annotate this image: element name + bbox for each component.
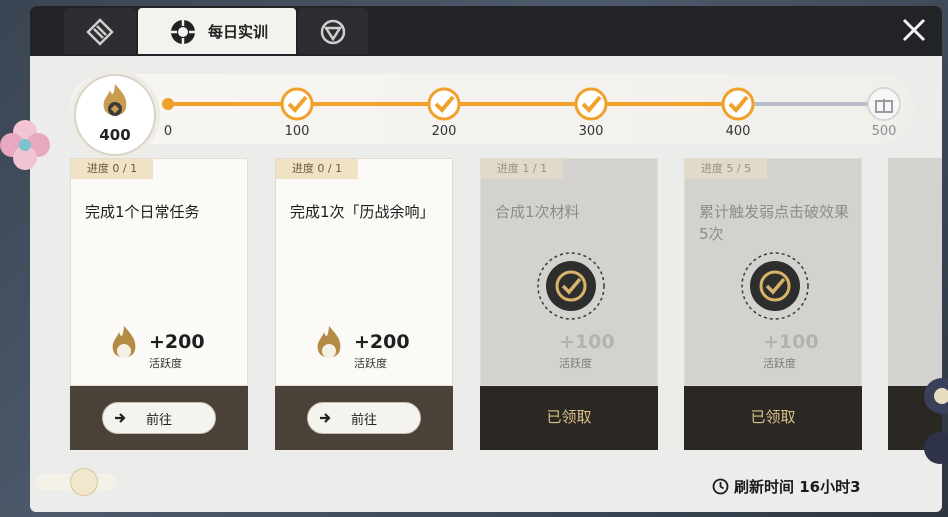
tab-daily-training-label: 每日实训	[208, 23, 269, 41]
task-description: 完成1次「历战余响」	[290, 203, 435, 221]
go-button[interactable]: 前往	[307, 402, 421, 434]
task-card-footer: 已领取	[480, 386, 658, 450]
claimed-label: 已领取	[546, 408, 592, 426]
task-card-body: 进度 0 / 1 完成1次「历战余响」 +200 活跃度	[275, 158, 453, 386]
tab-overview[interactable]	[64, 8, 136, 54]
triangle-target-icon	[320, 19, 346, 45]
flower-ornament-icon	[0, 120, 50, 170]
task-progress: 进度 0 / 1	[71, 159, 153, 179]
daily-training-window: 每日实训 400 0 100 200 300 400 500 进度 0 / 1 …	[30, 6, 942, 512]
reward-unit: 活跃度	[763, 357, 796, 370]
flame-coin-icon	[317, 326, 341, 358]
tab-daily-training[interactable]: 每日实训	[138, 8, 296, 54]
flame-coin-icon	[103, 84, 127, 116]
reward-unit: 活跃度	[149, 357, 182, 370]
task-card-claimed: 进度 1 / 1 合成1次材料 +100 活跃度 已领取	[480, 158, 658, 450]
tab-target[interactable]	[298, 8, 368, 54]
task-card: 进度 0 / 1 完成1次「历战余响」 +200 活跃度 前往	[275, 158, 453, 450]
reward-unit: 活跃度	[559, 357, 592, 370]
milestone-label-100: 100	[284, 124, 310, 139]
claimed-label: 已领取	[750, 408, 796, 426]
progress-ribbon	[70, 74, 914, 144]
task-card-footer: 前往	[70, 386, 248, 450]
milestone-label-0: 0	[163, 124, 173, 139]
reward-amount: +200	[149, 331, 205, 353]
reward-amount: +100	[763, 331, 819, 353]
milestone-check-icon[interactable]	[426, 86, 462, 122]
task-card-body: 进度 1 / 1 合成1次材料 +100 活跃度	[480, 158, 658, 386]
flower-ornament-icon	[924, 378, 948, 464]
task-card-body: 进度 0 / 1 完成1个日常任务 +200 活跃度	[70, 158, 248, 386]
reward-amount: +100	[559, 331, 615, 353]
completed-check-icon	[741, 252, 809, 320]
task-description: 累计触发弱点击破效果5次	[699, 203, 850, 243]
flame-coin-icon	[112, 326, 136, 358]
close-icon[interactable]	[896, 12, 932, 48]
pagination-pill[interactable]	[36, 468, 116, 496]
task-card-claimed: 进度 5 / 5 累计触发弱点击破效果5次 +100 活跃度 已领取	[684, 158, 862, 450]
task-description: 合成1次材料	[495, 203, 580, 221]
go-button[interactable]: 前往	[102, 402, 216, 434]
reward-unit: 活跃度	[354, 357, 387, 370]
task-card-footer: 已领取	[684, 386, 862, 450]
emblem-icon	[70, 468, 98, 496]
activity-points: 400	[99, 126, 131, 144]
task-progress: 进度 1 / 1	[481, 159, 563, 179]
task-description: 完成1个日常任务	[85, 203, 200, 221]
milestone-label-300: 300	[578, 124, 604, 139]
milestone-label-200: 200	[431, 124, 457, 139]
progress-start-dot	[162, 98, 174, 110]
milestone-check-icon[interactable]	[573, 86, 609, 122]
completed-check-icon	[537, 252, 605, 320]
task-card-footer: 前往	[275, 386, 453, 450]
milestone-check-icon[interactable]	[279, 86, 315, 122]
task-progress: 进度 0 / 1	[276, 159, 358, 179]
go-button-label: 前往	[350, 413, 377, 428]
task-card-body: 进度 5 / 5 累计触发弱点击破效果5次 +100 活跃度	[684, 158, 862, 386]
refresh-timer-label: 刷新时间 16小时3	[734, 478, 861, 496]
gift-icon[interactable]	[866, 86, 902, 122]
reward-amount: +200	[354, 331, 410, 353]
activity-badge: 400	[74, 74, 156, 156]
go-button-label: 前往	[145, 413, 172, 428]
clock-icon	[712, 478, 729, 495]
progress-track-remaining	[754, 102, 876, 106]
task-progress: 进度 5 / 5	[685, 159, 767, 179]
milestone-label-500: 500	[871, 124, 897, 139]
tab-bar: 每日实训	[30, 6, 942, 56]
task-card: 进度 0 / 1 完成1个日常任务 +200 活跃度 前往	[70, 158, 248, 450]
milestone-check-icon[interactable]	[720, 86, 756, 122]
milestone-label-400: 400	[725, 124, 751, 139]
gear-emblem-icon	[171, 20, 195, 44]
diamond-shield-icon	[86, 18, 114, 46]
